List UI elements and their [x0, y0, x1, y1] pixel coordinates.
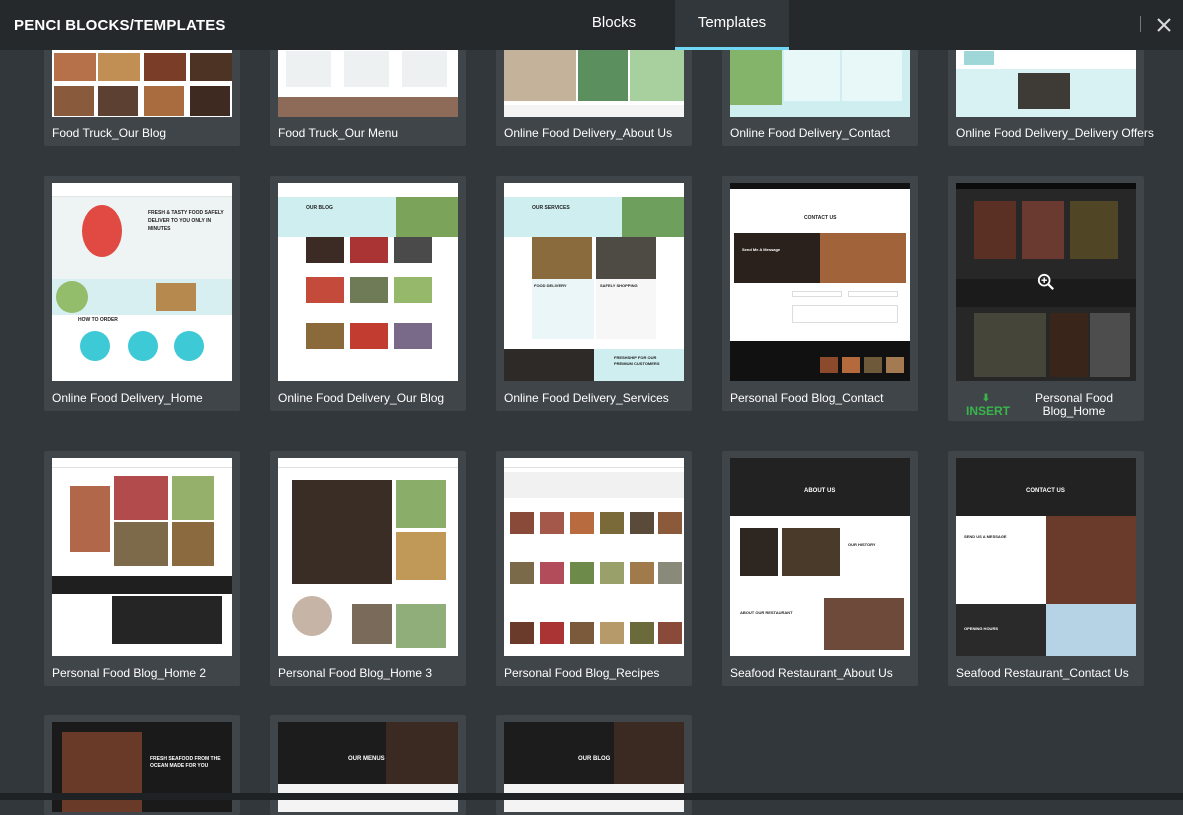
app-title: PENCI BLOCKS/TEMPLATES: [14, 17, 226, 34]
insert-button[interactable]: ⬇ INSERT: [966, 393, 1010, 419]
template-card[interactable]: Personal Food Blog_Recipes: [496, 451, 692, 686]
template-name: Personal Food Blog_Home: [1034, 391, 1114, 418]
template-card[interactable]: CONTACT US Send Me A Message Personal Fo…: [722, 176, 918, 411]
template-card[interactable]: OUR MENUS: [270, 715, 466, 815]
template-thumbnail: CONTACT US SEND US A MESSAGE OPENING HOU…: [956, 458, 1136, 656]
template-thumbnail: [52, 458, 232, 656]
template-card[interactable]: OUR BLOG: [496, 715, 692, 815]
template-card[interactable]: Personal Food Blog_Home 2: [44, 451, 240, 686]
template-name: Online Food Delivery_About Us: [504, 126, 673, 140]
template-name: Seafood Restaurant_Contact Us: [956, 666, 1129, 680]
tab-blocks[interactable]: Blocks: [568, 0, 660, 50]
insert-label: INSERT: [966, 404, 1011, 418]
zoom-in-icon[interactable]: [1037, 273, 1055, 291]
template-name: Online Food Delivery_Home: [52, 391, 203, 405]
template-thumbnail: CONTACT US Send Me A Message: [730, 183, 910, 381]
template-card[interactable]: FRESH & TASTY FOOD SAFELY DELIVER TO YOU…: [44, 176, 240, 411]
template-name: Online Food Delivery_Our Blog: [278, 391, 445, 405]
template-name: Personal Food Blog_Contact: [730, 391, 884, 405]
template-name: Online Food Delivery_Services: [504, 391, 669, 405]
top-bar: PENCI BLOCKS/TEMPLATES Blocks Templates: [0, 0, 1183, 50]
template-card[interactable]: Personal Food Blog_Home 3: [270, 451, 466, 686]
template-name: Online Food Delivery_Delivery Offers: [956, 126, 1154, 140]
tab-templates[interactable]: Templates: [675, 0, 789, 50]
template-card[interactable]: FRESH SEAFOOD FROM THE OCEAN MADE FOR YO…: [44, 715, 240, 815]
download-icon: ⬇: [981, 393, 991, 404]
template-name: Food Truck_Our Menu: [278, 126, 399, 140]
template-name: Online Food Delivery_Contact: [730, 126, 891, 140]
template-card[interactable]: OUR SERVICES FOOD DELIVERY SAFELY SHOPPI…: [496, 176, 692, 411]
template-name: Seafood Restaurant_About Us: [730, 666, 893, 680]
template-thumbnail: [278, 458, 458, 656]
template-thumbnail: ABOUT US OUR HISTORY ABOUT OUR RESTAURAN…: [730, 458, 910, 656]
template-card-hovered[interactable]: ⬇ INSERT Personal Food Blog_Home: [948, 176, 1144, 421]
template-thumbnail: FRESH & TASTY FOOD SAFELY DELIVER TO YOU…: [52, 183, 232, 381]
template-name: Personal Food Blog_Home 2: [52, 666, 207, 680]
template-card[interactable]: CONTACT US SEND US A MESSAGE OPENING HOU…: [948, 451, 1144, 686]
template-card[interactable]: OUR BLOG Online Food Delivery_Our Blog: [270, 176, 466, 411]
template-name: Personal Food Blog_Home 3: [278, 666, 433, 680]
template-thumbnail: OUR SERVICES FOOD DELIVERY SAFELY SHOPPI…: [504, 183, 684, 381]
template-thumbnail: [504, 458, 684, 656]
bottom-strip: [0, 793, 1183, 800]
templates-grid: Food Truck_Our Blog Food Truck_Our Menu …: [0, 0, 1183, 815]
template-name: Personal Food Blog_Recipes: [504, 666, 660, 680]
template-thumbnail: OUR BLOG: [278, 183, 458, 381]
divider: [1140, 16, 1141, 32]
template-card[interactable]: ABOUT US OUR HISTORY ABOUT OUR RESTAURAN…: [722, 451, 918, 686]
close-icon[interactable]: [1153, 14, 1175, 36]
template-name: Food Truck_Our Blog: [52, 126, 167, 140]
